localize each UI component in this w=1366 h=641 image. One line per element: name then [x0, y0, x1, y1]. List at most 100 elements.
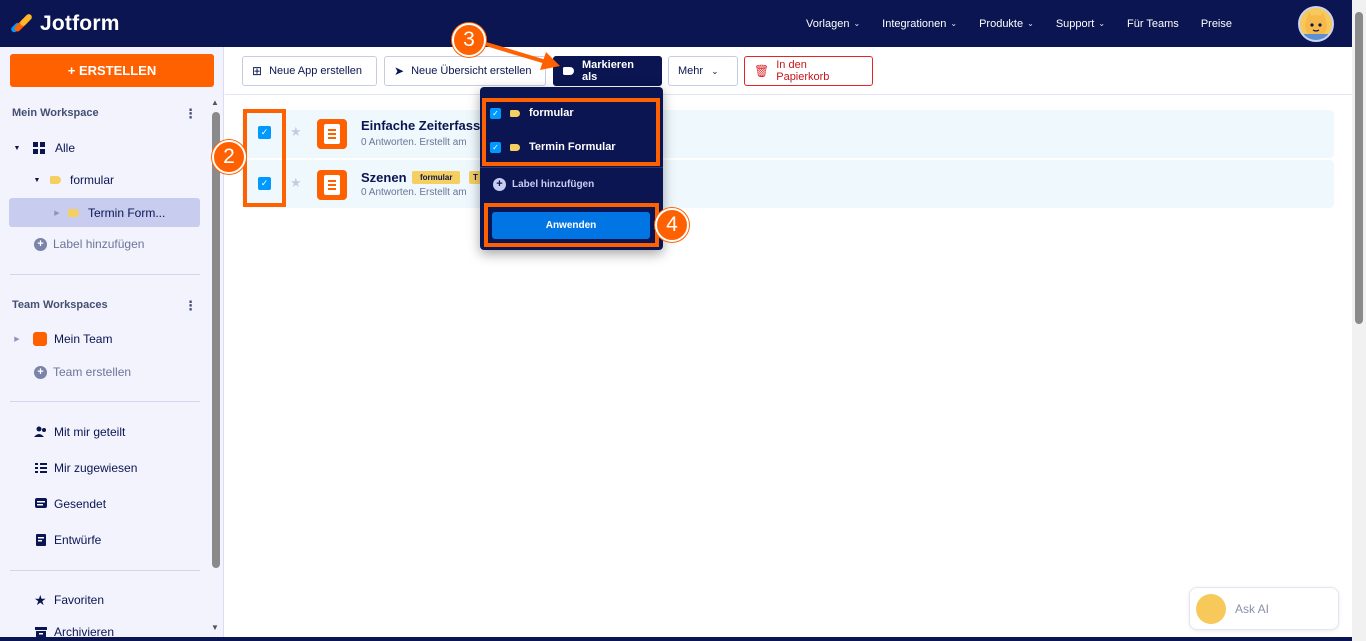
- message-icon: [35, 498, 47, 508]
- nav-label: Für Teams: [1127, 17, 1179, 30]
- app-grid-icon: ⊞: [252, 64, 263, 78]
- bottom-edge: [0, 637, 1352, 641]
- chevron-down-icon: ⌄: [853, 19, 861, 28]
- star-icon[interactable]: ★: [290, 175, 302, 191]
- nav-vorlagen[interactable]: Vorlagen ⌄: [806, 18, 860, 30]
- form-subtitle: 0 Antworten. Erstellt am: [361, 187, 467, 198]
- sidebar-item-formular[interactable]: ▼ formular: [12, 167, 208, 193]
- chevron-down-icon: ⌄: [950, 19, 958, 28]
- label-tag-icon: [50, 176, 61, 184]
- sidebar-item-label: Favoriten: [54, 593, 105, 607]
- cat-avatar-icon: [1304, 12, 1328, 40]
- form-title[interactable]: Szenen: [361, 170, 407, 185]
- sidebar-item-label: Termin Form...: [88, 205, 166, 220]
- scrollbar-thumb[interactable]: [212, 112, 220, 568]
- page-scrollbar[interactable]: [1352, 0, 1366, 641]
- scrollbar-thumb[interactable]: [1355, 12, 1363, 324]
- highlight-checkboxes: [243, 109, 286, 207]
- shared-users-icon: [34, 426, 46, 437]
- logo-text: Jotform: [40, 11, 120, 35]
- divider: [10, 274, 200, 275]
- top-navbar: Jotform Vorlagen ⌄ Integrationen ⌄ Produkt…: [0, 0, 1352, 47]
- nav-support[interactable]: Support ⌄: [1056, 18, 1105, 30]
- annotation-arrow-icon: [485, 42, 560, 70]
- star-icon[interactable]: ★: [290, 124, 302, 140]
- sidebar-item-sent[interactable]: Gesendet: [12, 491, 208, 517]
- sidebar-item-mein-team[interactable]: ▶ Mein Team: [12, 326, 208, 352]
- sidebar-item-assigned[interactable]: Mir zugewiesen: [12, 455, 208, 481]
- form-title[interactable]: Einfache Zeiterfass: [361, 118, 480, 133]
- grid-icon: [33, 142, 45, 154]
- caret-right-icon: ▶: [54, 209, 60, 217]
- more-options-icon[interactable]: ⋮: [184, 106, 197, 122]
- ai-avatar-icon: [1196, 593, 1226, 624]
- caret-down-icon: ▼: [13, 144, 21, 152]
- star-icon: ★: [34, 592, 47, 608]
- step-badge-2: 2: [212, 140, 246, 174]
- scroll-up-icon[interactable]: ▲: [211, 98, 219, 107]
- sidebar-item-favorites[interactable]: ★ Favoriten: [12, 587, 208, 613]
- nav-label: Integrationen: [882, 17, 947, 30]
- sidebar-item-all[interactable]: ▼ Alle: [12, 135, 208, 161]
- chevron-down-icon: ⌄: [711, 65, 719, 76]
- button-label: Neue App erstellen: [269, 65, 363, 77]
- step-badge-3: 3: [452, 23, 486, 57]
- draft-icon: [36, 534, 46, 546]
- add-label-text: Label hinzufügen: [53, 237, 145, 251]
- form-tag-chip: formular: [412, 171, 461, 184]
- sidebar-item-drafts[interactable]: Entwürfe: [12, 527, 208, 553]
- divider: [10, 401, 200, 402]
- paper-plane-icon: ➤: [394, 64, 405, 78]
- jotform-logo-icon: [9, 12, 34, 35]
- scroll-down-icon[interactable]: ▼: [211, 623, 219, 632]
- team-icon: [33, 332, 47, 346]
- more-button[interactable]: Mehr ⌄: [668, 56, 738, 86]
- sidebar-item-shared[interactable]: Mit mir geteilt: [12, 419, 208, 445]
- divider: [10, 570, 200, 571]
- jotform-logo[interactable]: Jotform: [9, 11, 120, 36]
- nav-integrationen[interactable]: Integrationen ⌄: [882, 18, 957, 30]
- trash-button[interactable]: 🗑 In den Papierkorb: [744, 56, 873, 86]
- button-label: Markieren als: [581, 59, 634, 83]
- sidebar-item-label: Mein Team: [54, 332, 113, 346]
- sidebar-item-label: formular: [70, 173, 115, 187]
- plus-icon: +: [34, 237, 47, 251]
- ask-ai-button[interactable]: Ask AI: [1189, 587, 1339, 630]
- sidebar-item-label: Entwürfe: [54, 533, 102, 547]
- sidebar-scrollbar[interactable]: ▲ ▼: [210, 98, 222, 638]
- button-label: In den Papierkorb: [776, 59, 830, 83]
- nav-produkte[interactable]: Produkte ⌄: [979, 18, 1034, 30]
- ask-ai-label: Ask AI: [1235, 601, 1270, 616]
- nav-fuer-teams[interactable]: Für Teams: [1127, 18, 1179, 30]
- user-avatar[interactable]: [1298, 6, 1334, 42]
- nav-label: Preise: [1200, 17, 1232, 30]
- label-tag-icon: [68, 208, 79, 217]
- action-toolbar: ⊞ Neue App erstellen ➤ Neue Übersicht er…: [225, 47, 1352, 95]
- trash-icon: 🗑: [754, 64, 770, 78]
- team-workspaces-heading: Team Workspaces: [12, 299, 108, 311]
- checklist-icon: [35, 463, 47, 473]
- new-app-button[interactable]: ⊞ Neue App erstellen: [242, 56, 377, 86]
- dropdown-add-label[interactable]: + Label hinzufügen: [493, 178, 594, 191]
- sidebar-item-label: Gesendet: [54, 497, 107, 511]
- plus-icon: +: [493, 178, 506, 191]
- nav-label: Produkte: [979, 17, 1024, 30]
- create-team-link[interactable]: + Team erstellen: [12, 359, 208, 385]
- highlight-apply-button: [484, 203, 659, 247]
- add-label-link[interactable]: + Label hinzufügen: [12, 231, 208, 257]
- chevron-down-icon: ⌄: [1098, 19, 1106, 28]
- form-icon: [317, 119, 347, 149]
- more-options-icon[interactable]: ⋮: [184, 298, 197, 314]
- main-nav: Vorlagen ⌄ Integrationen ⌄ Produkte ⌄ Suppo…: [784, 0, 1232, 47]
- step-badge-4: 4: [655, 208, 689, 242]
- form-icon: [317, 170, 347, 200]
- add-label-text: Label hinzufügen: [512, 179, 595, 190]
- nav-preise[interactable]: Preise: [1201, 18, 1232, 30]
- highlight-label-options: [482, 98, 660, 166]
- sidebar-item-label: Mir zugewiesen: [54, 461, 138, 475]
- create-button[interactable]: + ERSTELLEN: [10, 54, 214, 87]
- sidebar-item-termin-formular[interactable]: ▶ Termin Form...: [9, 198, 200, 227]
- caret-right-icon: ▶: [14, 336, 20, 343]
- nav-label: Vorlagen: [806, 17, 850, 30]
- sidebar-item-label: Mit mir geteilt: [54, 425, 126, 439]
